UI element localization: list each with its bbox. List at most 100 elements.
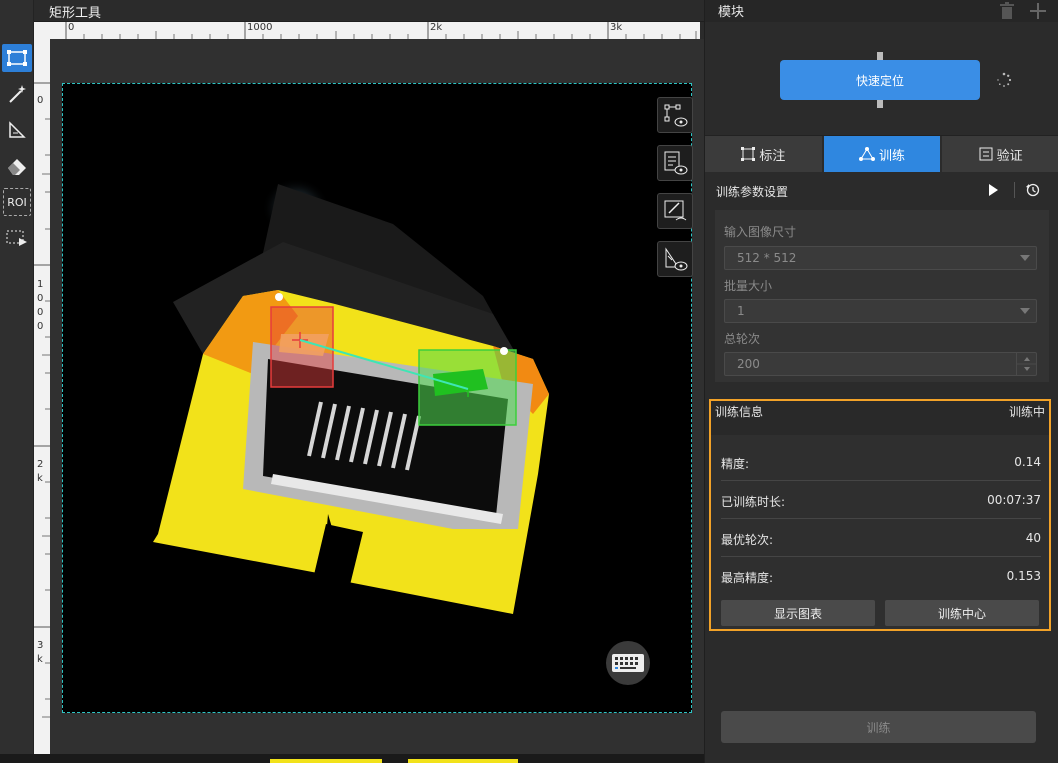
- polygon-tool-button[interactable]: [2, 116, 32, 144]
- eraser-icon: [8, 159, 26, 175]
- ruler-top-label-3k: 3k: [610, 22, 623, 33]
- roi-tool-button[interactable]: ROI: [3, 188, 31, 216]
- roi-play-icon: [6, 230, 27, 246]
- tab-annotate-label: 标注: [759, 148, 786, 164]
- history-icon[interactable]: [1026, 183, 1040, 197]
- ruler-left-label-1a: 1: [37, 279, 44, 290]
- annotate-icon: [741, 147, 756, 161]
- epochs-stepper[interactable]: 200: [724, 352, 1037, 376]
- training-info-title: 训练信息: [715, 405, 764, 419]
- info-value: 40: [1025, 531, 1041, 545]
- rectangle-tool-button[interactable]: [2, 44, 32, 72]
- mode-tabs: 标注 训练 验证: [705, 136, 1058, 172]
- info-row-accuracy: 精度: 0.14: [721, 443, 1041, 481]
- canvas-bottom-strip: [0, 754, 704, 763]
- validate-icon: [979, 147, 993, 161]
- batch-size-value: 1: [737, 304, 745, 318]
- epochs-label: 总轮次: [724, 332, 761, 346]
- info-key: 最高精度:: [721, 571, 774, 585]
- info-row-best-epoch: 最优轮次: 40: [721, 519, 1041, 557]
- stepper-arrows-icon[interactable]: [1017, 353, 1037, 375]
- ruler-corner: [34, 22, 50, 39]
- ruler-top-label-2k: 2k: [430, 22, 443, 33]
- batch-size-label: 批量大小: [724, 279, 773, 293]
- info-row-duration: 已训练时长: 00:07:37: [721, 481, 1041, 519]
- ruler-top-label-0: 0: [68, 22, 75, 33]
- train-icon: [859, 147, 875, 161]
- module-output-port: [877, 100, 883, 108]
- train-params-title: 训练参数设置: [716, 185, 789, 199]
- train-params-panel: 输入图像尺寸 512 * 512 批量大小 1 总轮次 200: [715, 210, 1049, 382]
- magic-wand-tool-button[interactable]: [2, 80, 32, 108]
- checklist-visibility-button[interactable]: [657, 145, 693, 181]
- roi-run-tool-button[interactable]: [2, 224, 32, 252]
- image-size-label: 输入图像尺寸: [724, 225, 797, 239]
- train-button[interactable]: 训练: [721, 711, 1036, 743]
- training-info-panel: 训练信息 训练中 精度: 0.14 已训练时长: 00:07:37 最优轮次: …: [709, 399, 1051, 631]
- tab-validate-label: 验证: [996, 148, 1023, 164]
- ruler-left-label-3k: k: [37, 654, 43, 665]
- mask-eye-icon: [665, 247, 688, 271]
- ruler-left-label-2k: k: [37, 473, 43, 484]
- show-chart-label: 显示图表: [773, 606, 822, 621]
- module-graph: 快速定位: [705, 22, 1058, 136]
- modules-header: 模块: [705, 0, 1058, 22]
- tab-validate[interactable]: 验证: [942, 136, 1058, 172]
- keyboard-icon: [612, 654, 644, 672]
- play-icon[interactable]: [987, 183, 999, 197]
- train-button-label: 训练: [866, 720, 891, 735]
- polygon-icon: [9, 121, 26, 138]
- eraser-tool-button[interactable]: [2, 152, 32, 180]
- batch-size-select[interactable]: 1: [724, 299, 1037, 323]
- epochs-value: 200: [737, 357, 760, 371]
- modules-title: 模块: [718, 5, 745, 20]
- rectangle-select-icon: [7, 50, 27, 66]
- ruler-left-label-3: 3: [37, 640, 44, 651]
- magic-wand-icon: [9, 85, 26, 103]
- trash-icon[interactable]: [999, 2, 1015, 20]
- info-value: 00:07:37: [987, 493, 1041, 507]
- tab-annotate[interactable]: 标注: [705, 136, 822, 172]
- roi-label: ROI: [7, 195, 27, 209]
- info-row-best-accuracy: 最高精度: 0.153: [721, 557, 1041, 595]
- ruler-left-label-1b: 0: [37, 293, 44, 304]
- image-size-value: 512 * 512: [737, 251, 797, 265]
- tab-train[interactable]: 训练: [823, 136, 941, 172]
- module-node-fast-locate[interactable]: 快速定位: [780, 60, 980, 100]
- ruler-left-label-0: 0: [37, 95, 44, 106]
- canvas-title: 矩形工具: [49, 6, 102, 21]
- edit-hide-icon: [664, 200, 687, 221]
- image-size-select[interactable]: 512 * 512: [724, 246, 1037, 270]
- image-canvas[interactable]: [50, 39, 704, 754]
- ruler-left-label-1c: 0: [37, 307, 44, 318]
- ruler-left-label-1d: 0: [37, 321, 44, 332]
- keyboard-shortcuts-button[interactable]: [606, 641, 650, 685]
- ruler-top-label-1000: 1000: [247, 22, 273, 33]
- tab-train-label: 训练: [879, 148, 906, 164]
- info-key: 已训练时长:: [721, 495, 786, 509]
- training-status: 训练中: [1008, 405, 1045, 419]
- ruler-left: 0 1 0 0 0 2 k 3 k: [34, 39, 50, 754]
- add-icon[interactable]: [1029, 2, 1047, 20]
- tool-strip: ROI: [0, 0, 34, 763]
- train-params-header: 训练参数设置: [705, 172, 1058, 208]
- module-node-label: 快速定位: [855, 73, 904, 88]
- right-panel: 模块 快速定位 标注 训练 验证 训练参数设置 输入图像尺寸 512 * 512…: [704, 0, 1058, 763]
- edit-visibility-button[interactable]: [657, 193, 693, 229]
- rj45-image: [153, 178, 549, 614]
- info-value: 0.153: [1006, 569, 1041, 583]
- mask-visibility-button[interactable]: [657, 241, 693, 277]
- roi-frame[interactable]: [62, 83, 692, 713]
- ruler-top: 0 1000 2k 3k: [50, 22, 700, 39]
- show-chart-button[interactable]: 显示图表: [721, 600, 875, 626]
- annotation-visibility-button[interactable]: [657, 97, 693, 133]
- chevron-down-icon: [1020, 308, 1030, 314]
- module-input-port: [877, 52, 883, 60]
- info-value: 0.14: [1014, 455, 1041, 469]
- node-eye-icon: [664, 104, 688, 127]
- canvas-header: 矩形工具: [34, 0, 704, 22]
- info-key: 精度:: [721, 457, 750, 471]
- checklist-eye-icon: [664, 151, 688, 175]
- training-info-header: 训练信息 训练中: [711, 401, 1049, 435]
- training-center-button[interactable]: 训练中心: [885, 600, 1039, 626]
